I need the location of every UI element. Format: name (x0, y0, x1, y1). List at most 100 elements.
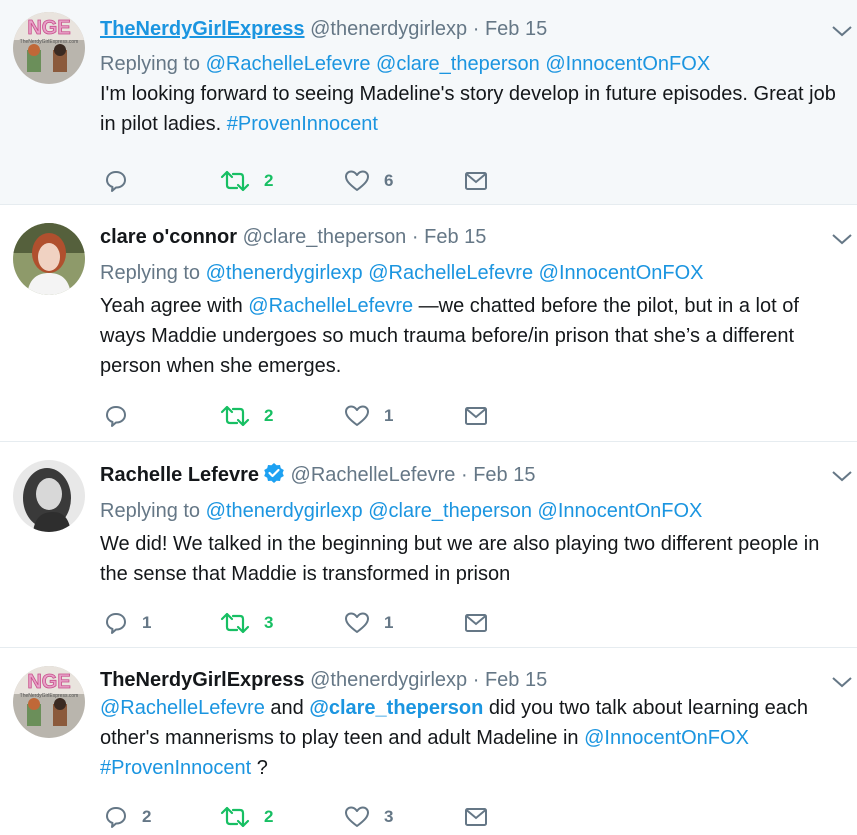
reply-button[interactable] (104, 401, 142, 431)
reply-count: 1 (142, 613, 152, 632)
heart-icon (345, 612, 369, 633)
heart-icon (345, 405, 369, 426)
direct-message-button[interactable] (464, 166, 488, 196)
tweet-text-part: I'm looking forward to seeing Madeline's… (100, 83, 836, 135)
author-handle[interactable]: @RachelleLefevre (291, 464, 456, 486)
hashtag-link[interactable]: #ProvenInnocent (227, 113, 378, 135)
reply-button[interactable]: 1 (104, 608, 151, 638)
author-handle[interactable]: @thenerdygirlexp (310, 18, 467, 40)
tweet-text: @RachelleLefevre and @clare_theperson di… (100, 693, 837, 783)
tweet-text: We did! We talked in the beginning but w… (100, 529, 837, 589)
tweet[interactable]: clare o'connor @clare_theperson · Feb 15… (0, 205, 857, 442)
retweet-button[interactable]: 2 (220, 401, 273, 431)
chevron-down-icon[interactable] (831, 675, 853, 689)
author-name[interactable]: Rachelle Lefevre (100, 464, 259, 486)
tweet-text: Yeah agree with @RachelleLefevre —we cha… (100, 291, 837, 381)
like-count: 6 (384, 171, 394, 190)
chevron-down-icon[interactable] (831, 24, 853, 38)
replying-to-label: Replying to (100, 53, 201, 75)
direct-message-button[interactable] (464, 802, 488, 832)
hashtag-link[interactable]: #ProvenInnocent (100, 757, 251, 779)
author-name[interactable]: TheNerdyGirlExpress (100, 669, 305, 691)
tweet-date[interactable]: Feb 15 (485, 18, 547, 40)
author-name[interactable]: clare o'connor (100, 226, 237, 248)
retweet-count: 2 (264, 807, 274, 826)
reply-icon (106, 807, 126, 828)
replying-to: Replying to @RachelleLefevre @clare_thep… (100, 52, 837, 76)
retweet-button[interactable]: 3 (220, 608, 273, 638)
verified-badge-icon (264, 463, 284, 483)
avatar-logo-text: NGE (27, 17, 70, 39)
direct-message-button[interactable] (464, 401, 488, 431)
replying-to: Replying to @thenerdygirlexp @clare_thep… (100, 499, 837, 523)
reply-count: 2 (142, 807, 152, 826)
separator-dot: · (472, 669, 480, 691)
nge-logo-avatar[interactable]: NGE TheNerdyGirlExpress.com (13, 666, 85, 738)
mention-link[interactable]: @InnocentOnFOX (538, 500, 703, 522)
tweet-actions: 1 3 1 (100, 608, 520, 638)
chevron-down-icon[interactable] (831, 232, 853, 246)
reply-button[interactable] (104, 166, 142, 196)
mention-link[interactable]: @InnocentOnFOX (539, 262, 704, 284)
mention-link[interactable]: @clare_theperson (376, 53, 540, 75)
chevron-down-icon[interactable] (831, 469, 853, 483)
mention-link[interactable]: @RachelleLefevre (368, 262, 533, 284)
retweet-button[interactable]: 2 (220, 166, 273, 196)
tweet-header: Rachelle Lefevre @RachelleLefevre · Feb … (100, 462, 837, 487)
like-button[interactable]: 1 (344, 401, 393, 431)
nge-logo-avatar[interactable]: NGE TheNerdyGirlExpress.com (13, 12, 85, 84)
direct-message-button[interactable] (464, 608, 488, 638)
mention-link[interactable]: @InnocentOnFOX (545, 53, 710, 75)
heart-icon (345, 170, 369, 191)
reply-icon (106, 406, 126, 427)
person-avatar[interactable] (13, 223, 85, 295)
retweet-button[interactable]: 2 (220, 802, 273, 832)
like-button[interactable]: 1 (344, 608, 393, 638)
mention-link[interactable]: @clare_theperson (368, 500, 532, 522)
author-name[interactable]: TheNerdyGirlExpress (100, 18, 305, 40)
profile-photo-icon (13, 223, 85, 295)
tweet-text-part: Yeah agree with (100, 295, 249, 317)
tweet-text-part: and (264, 697, 310, 719)
envelope-icon (465, 407, 487, 425)
tweet-date[interactable]: Feb 15 (473, 464, 535, 486)
tweet[interactable]: NGE TheNerdyGirlExpress.com TheNerdyGirl… (0, 648, 857, 835)
tweet[interactable]: Rachelle Lefevre @RachelleLefevre · Feb … (0, 442, 857, 648)
profile-photo-icon (13, 460, 85, 532)
mention-link[interactable]: @thenerdygirlexp (206, 500, 363, 522)
tweet-header: TheNerdyGirlExpress @thenerdygirlexp · F… (100, 668, 837, 692)
retweet-count: 2 (264, 406, 274, 425)
mention-link[interactable]: @RachelleLefevre (206, 53, 371, 75)
reply-icon (106, 171, 126, 192)
person-avatar[interactable] (13, 460, 85, 532)
reply-icon (106, 613, 126, 634)
like-count: 1 (384, 406, 394, 425)
like-button[interactable]: 6 (344, 166, 393, 196)
reply-button[interactable]: 2 (104, 802, 151, 832)
tweet-actions: 2 1 (100, 401, 520, 431)
tweet-date[interactable]: Feb 15 (424, 226, 486, 248)
tweet[interactable]: NGE TheNerdyGirlExpress.com TheNerdyGirl… (0, 0, 857, 205)
envelope-icon (465, 172, 487, 190)
like-count: 1 (384, 613, 394, 632)
avatar-logo-text: NGE (27, 671, 70, 693)
author-handle[interactable]: @thenerdygirlexp (310, 669, 467, 691)
heart-icon (345, 806, 369, 827)
avatar-logo-subtext: TheNerdyGirlExpress.com (20, 39, 79, 45)
author-handle[interactable]: @clare_theperson (243, 226, 407, 248)
avatar-logo-subtext: TheNerdyGirlExpress.com (20, 693, 79, 699)
envelope-icon (465, 808, 487, 826)
separator-dot: · (472, 18, 480, 40)
retweet-count: 3 (264, 613, 274, 632)
mention-link[interactable]: @clare_theperson (309, 697, 483, 719)
mention-link[interactable]: @RachelleLefevre (248, 295, 413, 317)
mention-link[interactable]: @thenerdygirlexp (206, 262, 363, 284)
nge-logo-icon: NGE TheNerdyGirlExpress.com (13, 666, 85, 738)
tweet-date[interactable]: Feb 15 (485, 669, 547, 691)
replying-to-label: Replying to (100, 500, 201, 522)
mention-link[interactable]: @RachelleLefevre (100, 697, 265, 719)
tweet-header: clare o'connor @clare_theperson · Feb 15 (100, 225, 837, 249)
like-button[interactable]: 3 (344, 802, 393, 832)
retweet-icon (220, 806, 250, 828)
mention-link[interactable]: @InnocentOnFOX (584, 727, 749, 749)
